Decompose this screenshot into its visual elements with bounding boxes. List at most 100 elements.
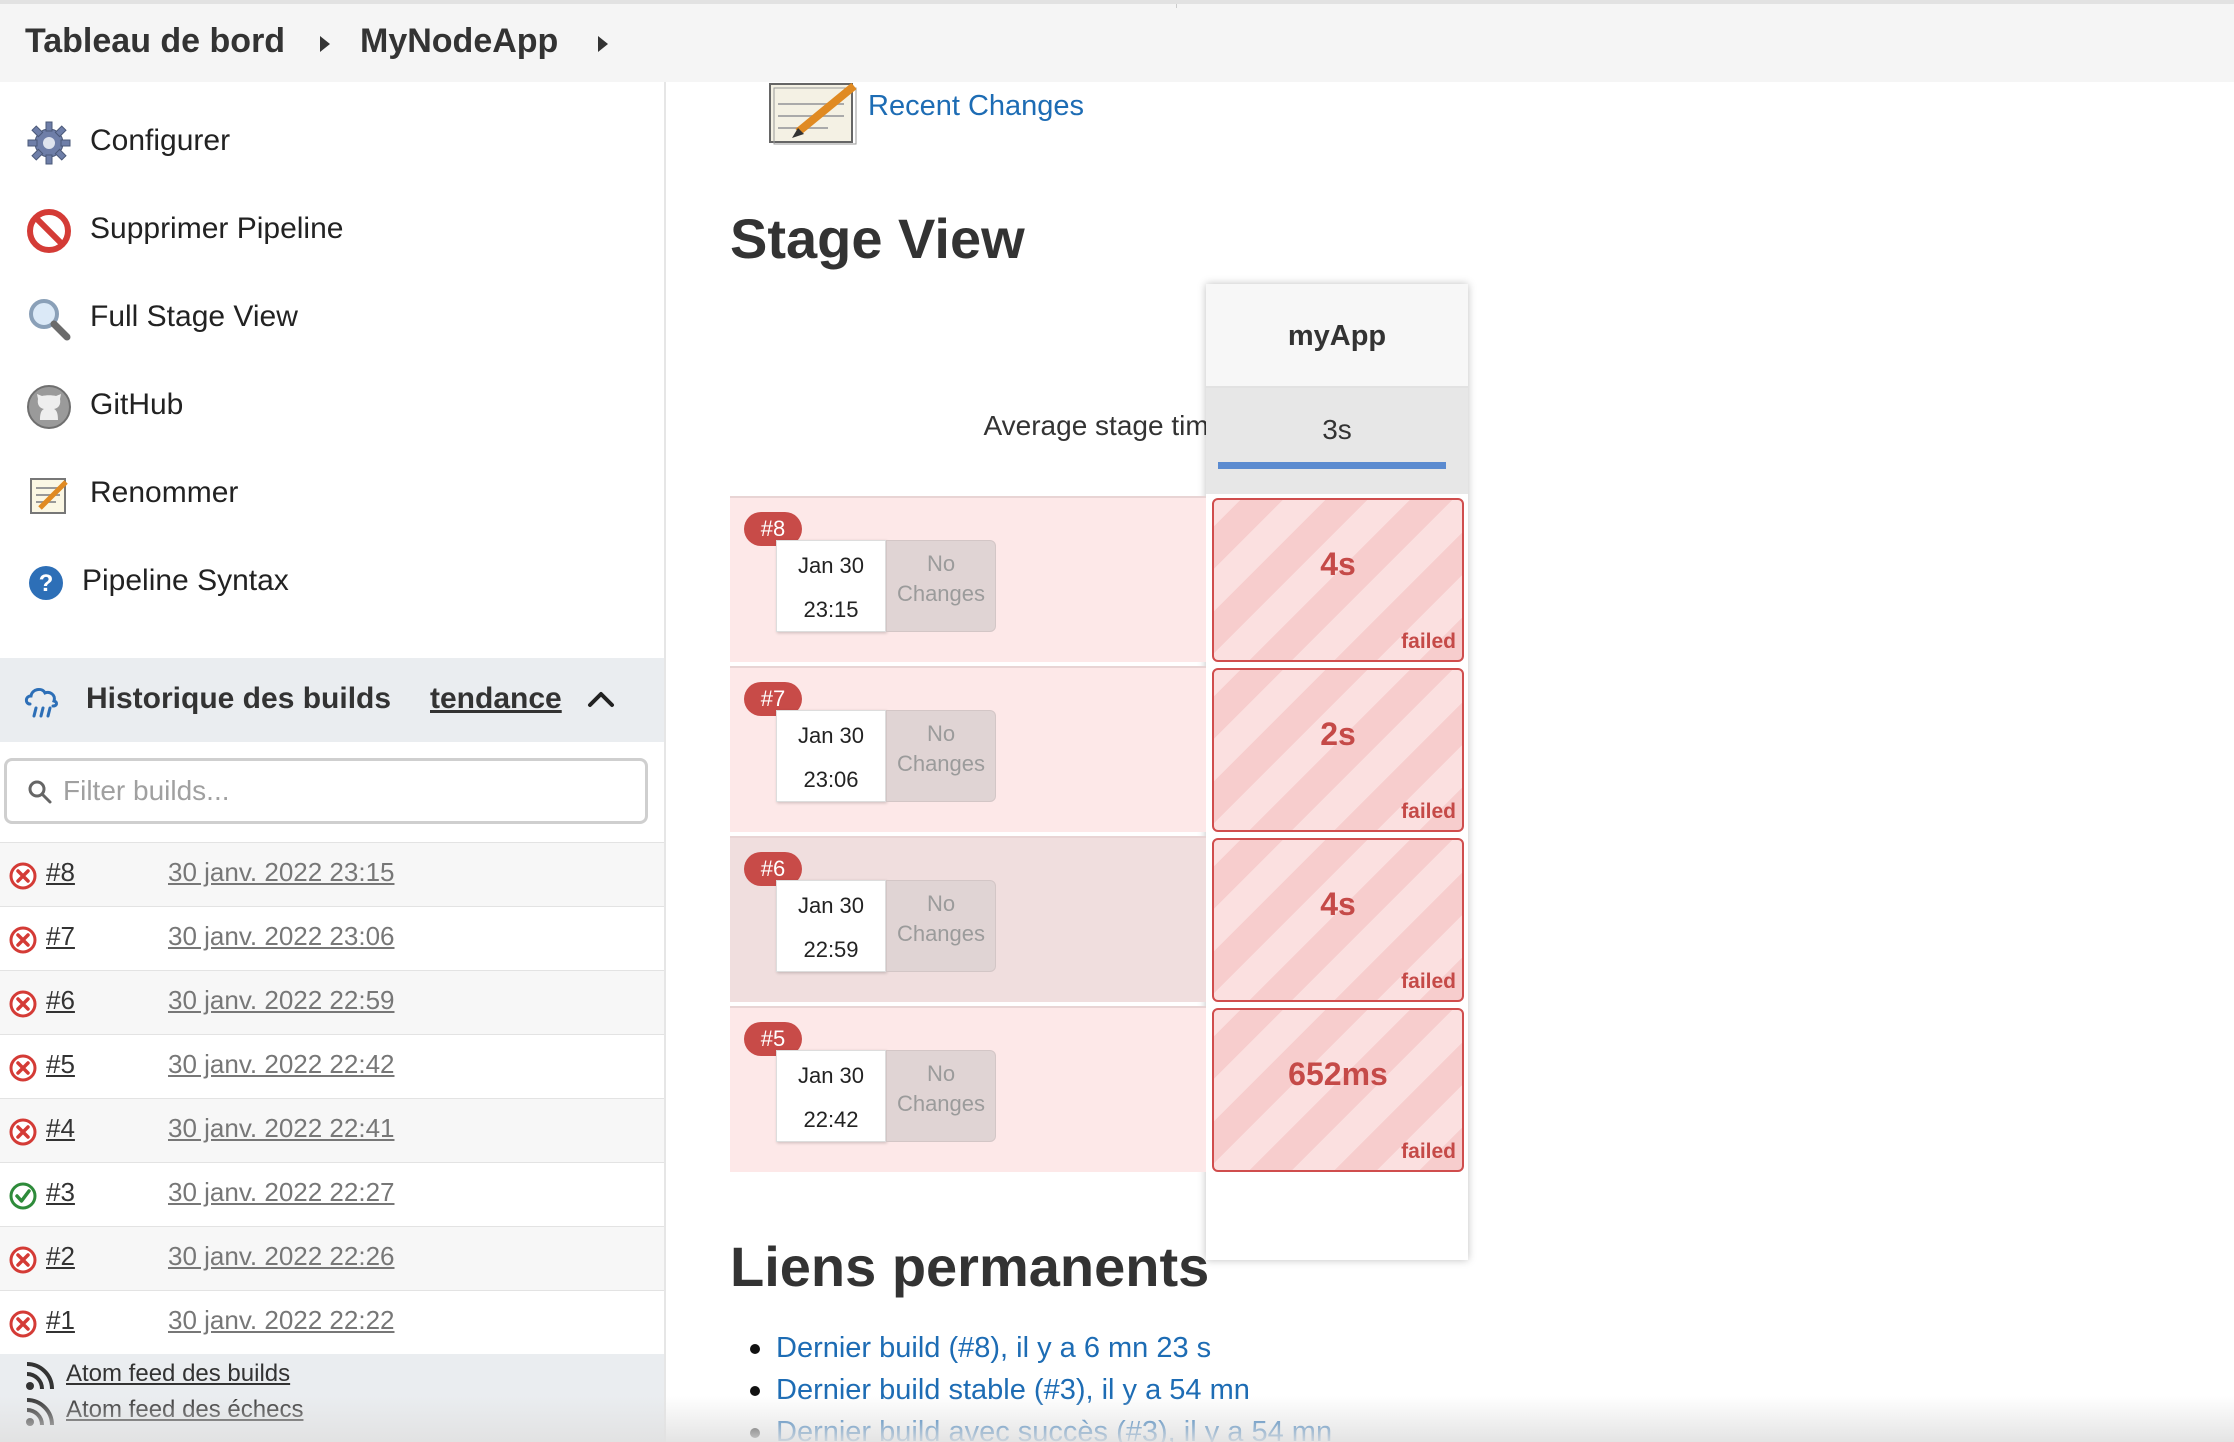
chevron-up-icon[interactable]: [586, 684, 616, 714]
build-row[interactable]: #1 30 janv. 2022 22:22: [0, 1290, 664, 1354]
run-time: 23:06: [803, 767, 859, 792]
permalink-last-stable[interactable]: Dernier build stable (#3), il y a 54 mn: [750, 1374, 1250, 1407]
stage-cell-failed[interactable]: 4s failed: [1212, 498, 1464, 662]
recent-changes-link[interactable]: Recent Changes: [868, 90, 1084, 123]
run-row[interactable]: #6 Jan 30 22:59 No Changes: [730, 836, 1206, 1002]
help-icon: ?: [29, 566, 63, 600]
rss-icon: [26, 1362, 54, 1390]
run-row[interactable]: #5 Jan 30 22:42 No Changes: [730, 1006, 1206, 1172]
build-number-link[interactable]: #2: [46, 1241, 75, 1272]
sidebar-item-configurer[interactable]: Configurer: [0, 106, 664, 176]
build-history-header: Historique des builds tendance: [0, 658, 664, 742]
average-progress-bar: [1218, 462, 1446, 469]
changes-text: No: [926, 551, 956, 576]
run-date-box: Jan 30 22:42: [776, 1050, 886, 1142]
build-row[interactable]: #6 30 janv. 2022 22:59: [0, 970, 664, 1034]
sidebar-item-github[interactable]: GitHub: [0, 370, 664, 440]
breadcrumb-job[interactable]: MyNodeApp: [360, 22, 558, 61]
stage-average-value: 3s: [1322, 414, 1352, 445]
build-row[interactable]: #8 30 janv. 2022 23:15: [0, 842, 664, 906]
permalink-text: Dernier build avec succès (#3), il y a 5…: [776, 1416, 1333, 1442]
sidebar-item-label: Full Stage View: [90, 300, 298, 333]
failed-status-icon: [9, 862, 37, 890]
build-row[interactable]: #4 30 janv. 2022 22:41: [0, 1098, 664, 1162]
run-date-box: Jan 30 22:59: [776, 880, 886, 972]
no-entry-icon: [27, 209, 71, 253]
filter-builds-input[interactable]: [63, 771, 623, 811]
run-date: Jan 30: [797, 723, 865, 748]
feed-failures[interactable]: Atom feed des échecs: [20, 1392, 640, 1428]
permalink-last-build[interactable]: Dernier build (#8), il y a 6 mn 23 s: [750, 1332, 1211, 1365]
run-date-box: Jan 30 23:06: [776, 710, 886, 802]
build-row[interactable]: #5 30 janv. 2022 22:42: [0, 1034, 664, 1098]
build-date-link[interactable]: 30 janv. 2022 22:42: [168, 1049, 394, 1080]
permalink-text: Dernier build stable (#3), il y a 54 mn: [776, 1374, 1250, 1406]
build-date-link[interactable]: 30 janv. 2022 23:06: [168, 921, 394, 952]
run-date: Jan 30: [797, 1063, 865, 1088]
build-date-link[interactable]: 30 janv. 2022 22:22: [168, 1305, 394, 1336]
top-divider: [1176, 4, 1177, 8]
build-number-link[interactable]: #5: [46, 1049, 75, 1080]
sidebar-item-pipeline-syntax[interactable]: ? Pipeline Syntax: [0, 546, 664, 616]
gear-icon: [27, 121, 71, 165]
changes-text: No: [926, 1061, 956, 1086]
stage-duration: 2s: [1320, 716, 1356, 752]
breadcrumb-dashboard[interactable]: Tableau de bord: [25, 22, 285, 61]
build-number-link[interactable]: #8: [46, 857, 75, 888]
run-date: Jan 30: [797, 893, 865, 918]
rss-icon: [26, 1398, 54, 1426]
breadcrumb-arrow-icon[interactable]: [320, 36, 330, 52]
changes-text: No: [926, 891, 956, 916]
changes-text: Changes: [896, 1091, 986, 1116]
sidebar-item-full-stage-view[interactable]: Full Stage View: [0, 282, 664, 352]
run-changes-box: No Changes: [886, 880, 996, 972]
run-row[interactable]: #7 Jan 30 23:06 No Changes: [730, 666, 1206, 832]
notepad-icon: [30, 478, 68, 514]
filter-builds-field[interactable]: [4, 758, 648, 824]
sidebar-item-label: Renommer: [90, 476, 239, 509]
build-number-link[interactable]: #7: [46, 921, 75, 952]
build-row[interactable]: #7 30 janv. 2022 23:06: [0, 906, 664, 970]
sidebar-item-renommer[interactable]: Renommer: [0, 458, 664, 528]
build-date-link[interactable]: 30 janv. 2022 22:59: [168, 985, 394, 1016]
build-number-link[interactable]: #6: [46, 985, 75, 1016]
build-date-link[interactable]: 30 janv. 2022 22:27: [168, 1177, 394, 1208]
build-date-link[interactable]: 30 janv. 2022 22:41: [168, 1113, 394, 1144]
build-row[interactable]: #2 30 janv. 2022 22:26: [0, 1226, 664, 1290]
sidebar: Configurer Supprimer Pipeline Full Stage…: [0, 82, 666, 1442]
stage-header[interactable]: myApp: [1206, 284, 1468, 388]
stage-duration: 652ms: [1288, 1056, 1388, 1092]
weather-rain-icon: [24, 687, 58, 718]
build-date-link[interactable]: 30 janv. 2022 23:15: [168, 857, 394, 888]
run-time: 22:59: [803, 937, 859, 962]
sidebar-item-label: Configurer: [90, 124, 231, 157]
changes-text: Changes: [896, 921, 986, 946]
breadcrumb-arrow-icon[interactable]: [598, 36, 608, 52]
stage-cell-failed[interactable]: 652ms failed: [1212, 1008, 1464, 1172]
failed-status-icon: [9, 1054, 37, 1082]
run-row[interactable]: #8 Jan 30 23:15 No Changes: [730, 496, 1206, 662]
failed-status-icon: [9, 990, 37, 1018]
trend-link[interactable]: tendance: [430, 682, 562, 716]
run-date-box: Jan 30 23:15: [776, 540, 886, 632]
stage-status: failed: [1401, 630, 1456, 653]
success-status-icon: [9, 1182, 37, 1210]
build-history-title: Historique des builds: [86, 682, 392, 715]
run-time: 22:42: [803, 1107, 859, 1132]
build-number-link[interactable]: #4: [46, 1113, 75, 1144]
main-content: Recent Changes Stage View Average stage …: [668, 82, 2234, 1442]
run-time: 23:15: [803, 597, 859, 622]
stage-cell-failed[interactable]: 4s failed: [1212, 838, 1464, 1002]
stage-cell-failed[interactable]: 2s failed: [1212, 668, 1464, 832]
build-number-link[interactable]: #3: [46, 1177, 75, 1208]
feed-link[interactable]: Atom feed des builds: [66, 1360, 290, 1388]
permalink-last-success[interactable]: Dernier build avec succès (#3), il y a 5…: [750, 1416, 1333, 1442]
feed-link[interactable]: Atom feed des échecs: [66, 1396, 303, 1424]
feed-builds[interactable]: Atom feed des builds: [20, 1356, 640, 1392]
build-date-link[interactable]: 30 janv. 2022 22:26: [168, 1241, 394, 1272]
stage-duration: 4s: [1320, 886, 1356, 922]
build-row[interactable]: #3 30 janv. 2022 22:27: [0, 1162, 664, 1226]
sidebar-item-supprimer[interactable]: Supprimer Pipeline: [0, 194, 664, 264]
stage-duration: 4s: [1320, 546, 1356, 582]
build-number-link[interactable]: #1: [46, 1305, 75, 1336]
